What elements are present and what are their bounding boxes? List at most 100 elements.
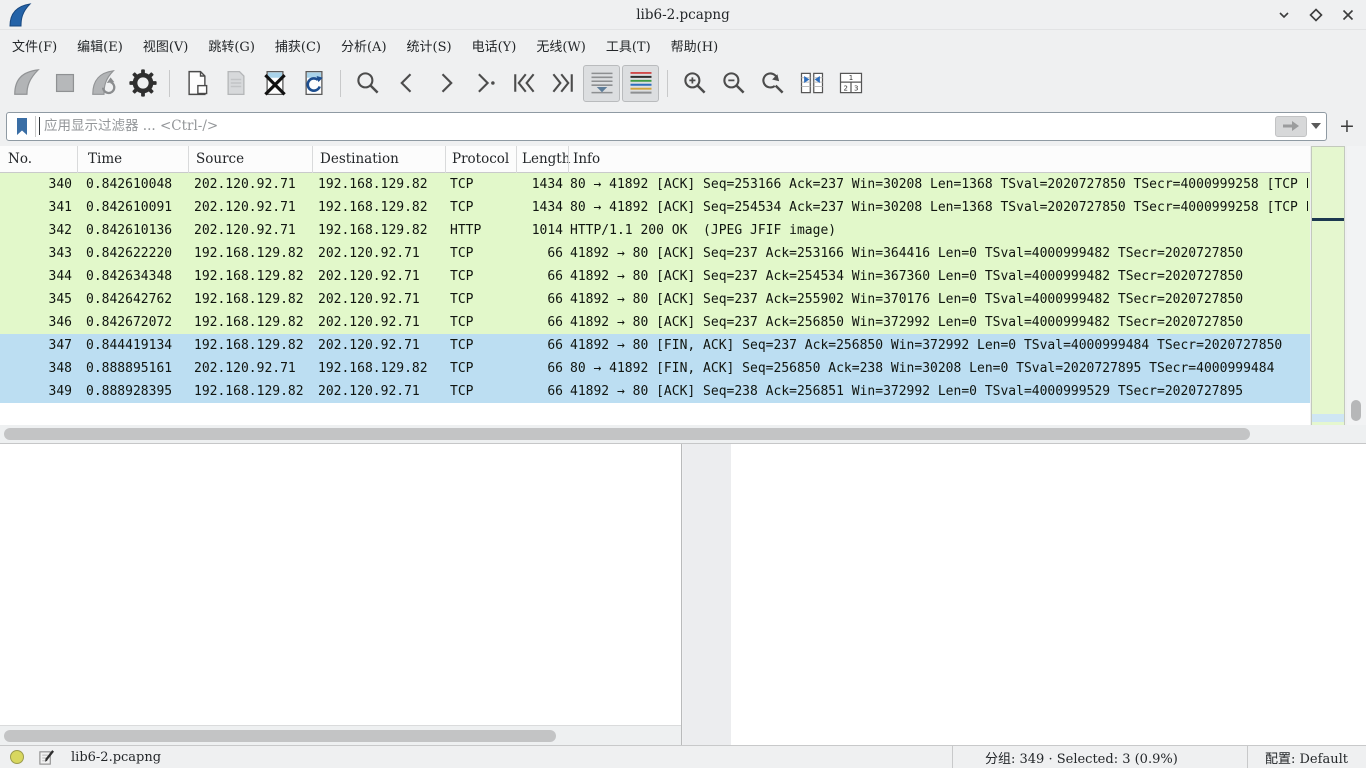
capture-comment-icon[interactable] [38, 749, 55, 766]
filter-dropdown-caret-icon[interactable] [1309, 116, 1323, 137]
find-packet-icon[interactable] [349, 65, 386, 102]
column-resize-handle[interactable] [445, 146, 446, 173]
menu-capture[interactable]: 捕获(C) [265, 32, 331, 59]
menu-tools[interactable]: 工具(T) [596, 32, 661, 59]
go-back-icon[interactable] [388, 65, 425, 102]
column-resize-handle[interactable] [77, 146, 78, 173]
cell-time: 0.842642762 [86, 288, 188, 311]
filter-apply-button[interactable] [1275, 116, 1307, 137]
zoom-reset-icon[interactable] [754, 65, 791, 102]
packet-details-pane[interactable] [0, 444, 682, 746]
packet-row-346[interactable]: 3460.842672072192.168.129.82202.120.92.7… [0, 311, 1310, 334]
svg-text:3: 3 [854, 84, 858, 92]
expert-info-icon[interactable] [10, 750, 24, 764]
filter-add-button[interactable]: + [1334, 113, 1360, 139]
packet-row-343[interactable]: 3430.842622220192.168.129.82202.120.92.7… [0, 242, 1310, 265]
column-resize-handle[interactable] [312, 146, 313, 173]
packet-row-347-selected[interactable]: 3470.844419134192.168.129.82202.120.92.7… [0, 334, 1310, 357]
display-filter-input[interactable] [40, 113, 1275, 140]
packet-row-344[interactable]: 3440.842634348192.168.129.82202.120.92.7… [0, 265, 1310, 288]
zoom-out-icon[interactable] [715, 65, 752, 102]
scrollbar-thumb[interactable] [4, 730, 556, 742]
auto-scroll-icon[interactable] [583, 65, 620, 102]
packet-list-vertical-scrollbar[interactable] [1347, 146, 1366, 426]
column-header-source[interactable]: Source [196, 146, 244, 173]
cell-protocol: TCP [450, 173, 512, 196]
resize-columns-icon[interactable] [793, 65, 830, 102]
cell-no: 342 [0, 219, 72, 242]
zoom-in-icon[interactable] [676, 65, 713, 102]
column-resize-handle[interactable] [188, 146, 189, 173]
cell-destination: 202.120.92.71 [318, 311, 444, 334]
menu-wireless[interactable]: 无线(W) [526, 32, 596, 59]
cell-time: 0.844419134 [86, 334, 188, 357]
column-header-destination[interactable]: Destination [320, 146, 399, 173]
menu-statistics[interactable]: 统计(S) [397, 32, 462, 59]
open-file-icon[interactable] [178, 65, 215, 102]
column-resize-handle[interactable] [516, 146, 517, 173]
column-resize-handle[interactable] [568, 146, 569, 173]
packet-row-342[interactable]: 3420.842610136202.120.92.71192.168.129.8… [0, 219, 1310, 242]
cell-info: 41892 → 80 [ACK] Seq=237 Ack=253166 Win=… [570, 242, 1308, 265]
close-file-icon[interactable] [256, 65, 293, 102]
cell-source: 192.168.129.82 [194, 380, 316, 403]
column-header-protocol[interactable]: Protocol [452, 146, 509, 173]
menubar: 文件(F) 编辑(E) 视图(V) 跳转(G) 捕获(C) 分析(A) 统计(S… [0, 30, 1366, 60]
scrollbar-thumb[interactable] [1351, 400, 1361, 421]
column-header-length[interactable]: Length [522, 146, 570, 173]
minimize-button[interactable] [1272, 3, 1296, 27]
cell-info: 80 → 41892 [FIN, ACK] Seq=256850 Ack=238… [570, 357, 1308, 380]
pane-splitter[interactable] [683, 444, 731, 746]
menu-file[interactable]: 文件(F) [2, 32, 67, 59]
colorize-packets-icon[interactable] [622, 65, 659, 102]
packet-row-349-selected[interactable]: 3490.888928395192.168.129.82202.120.92.7… [0, 380, 1310, 403]
go-last-packet-icon[interactable] [544, 65, 581, 102]
menu-telephony[interactable]: 电话(Y) [462, 32, 527, 59]
save-file-icon[interactable] [217, 65, 254, 102]
packet-row-340[interactable]: 3400.842610048202.120.92.71192.168.129.8… [0, 173, 1310, 196]
menu-analyze[interactable]: 分析(A) [331, 32, 397, 59]
go-first-packet-icon[interactable] [505, 65, 542, 102]
column-header-time[interactable]: Time [88, 146, 122, 173]
go-forward-icon[interactable] [427, 65, 464, 102]
packet-list-horizontal-scrollbar[interactable] [0, 425, 1366, 443]
restart-capture-icon[interactable] [85, 65, 122, 102]
packet-bytes-pane[interactable] [731, 444, 1366, 746]
display-filter-bar [6, 112, 1327, 141]
column-header-info[interactable]: Info [573, 146, 600, 173]
capture-options-icon[interactable] [124, 65, 161, 102]
cell-no: 349 [0, 380, 72, 403]
menu-edit[interactable]: 编辑(E) [67, 32, 133, 59]
reload-file-icon[interactable] [295, 65, 332, 102]
stop-capture-icon[interactable] [46, 65, 83, 102]
cell-info: 41892 → 80 [ACK] Seq=237 Ack=256850 Win=… [570, 311, 1308, 334]
packet-row-345[interactable]: 3450.842642762192.168.129.82202.120.92.7… [0, 288, 1310, 311]
packet-row-341[interactable]: 3410.842610091202.120.92.71192.168.129.8… [0, 196, 1310, 219]
scrollbar-thumb[interactable] [4, 428, 1250, 440]
close-button[interactable] [1336, 3, 1360, 27]
cell-destination: 202.120.92.71 [318, 242, 444, 265]
cell-destination: 202.120.92.71 [318, 334, 444, 357]
layout-chooser-icon[interactable]: 123 [832, 65, 869, 102]
start-capture-icon[interactable] [7, 65, 44, 102]
cell-no: 344 [0, 265, 72, 288]
cell-destination: 202.120.92.71 [318, 265, 444, 288]
cell-destination: 192.168.129.82 [318, 173, 444, 196]
intelligent-scrollbar-map[interactable] [1311, 146, 1345, 426]
packet-row-348-selected[interactable]: 3480.888895161202.120.92.71192.168.129.8… [0, 357, 1310, 380]
go-to-packet-icon[interactable] [466, 65, 503, 102]
cell-info: 41892 → 80 [ACK] Seq=238 Ack=256851 Win=… [570, 380, 1308, 403]
cell-no: 341 [0, 196, 72, 219]
column-header-no[interactable]: No. [8, 146, 32, 173]
cell-time: 0.842622220 [86, 242, 188, 265]
cell-no: 343 [0, 242, 72, 265]
menu-go[interactable]: 跳转(G) [198, 32, 265, 59]
details-horizontal-scrollbar[interactable] [0, 725, 681, 746]
profile-selector[interactable]: 配置: Default [1248, 746, 1366, 768]
menu-help[interactable]: 帮助(H) [661, 32, 728, 59]
cell-info: 41892 → 80 [ACK] Seq=237 Ack=255902 Win=… [570, 288, 1308, 311]
filter-bookmark-icon[interactable] [12, 116, 32, 137]
cell-no: 347 [0, 334, 72, 357]
maximize-button[interactable] [1304, 3, 1328, 27]
menu-view[interactable]: 视图(V) [133, 32, 199, 59]
